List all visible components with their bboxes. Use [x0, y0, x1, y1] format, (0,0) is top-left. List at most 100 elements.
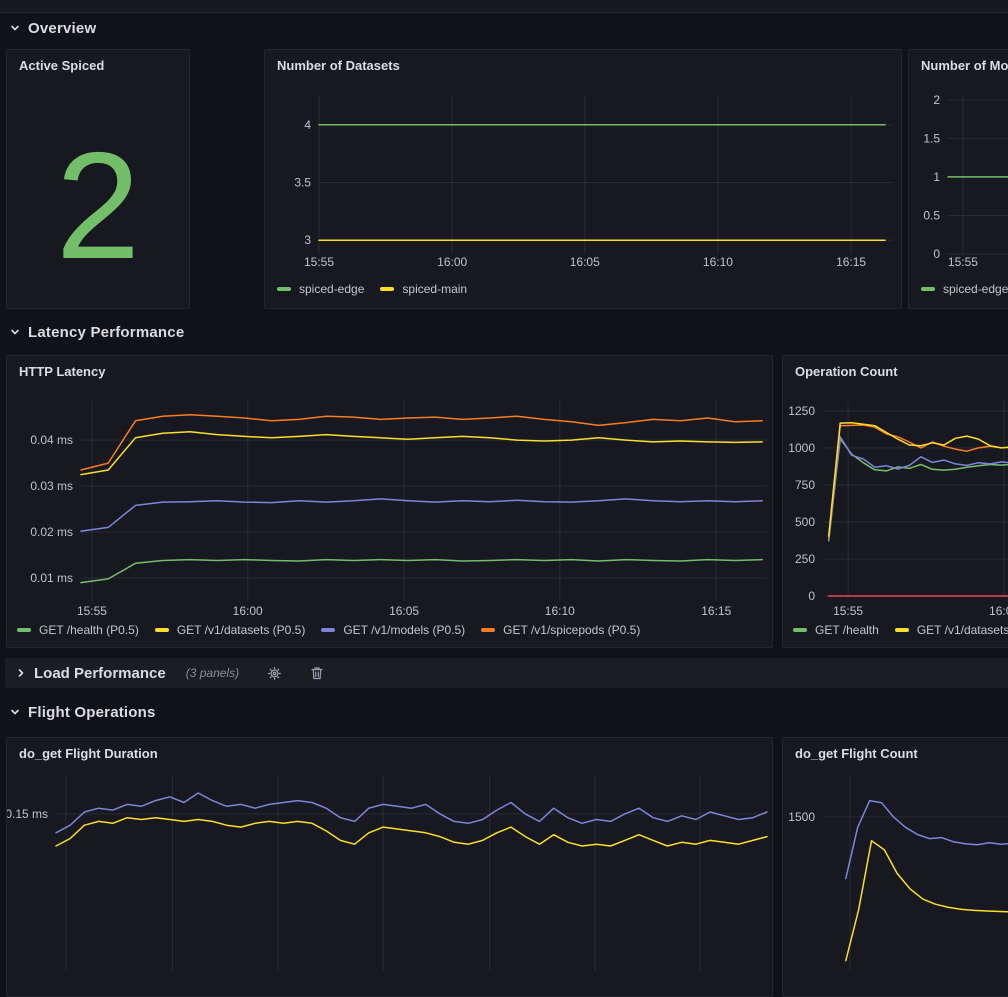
svg-text:1: 1: [933, 170, 940, 184]
legend-series-color: [895, 628, 909, 632]
chart-legend: GET /health (P0.5) GET /v1/datasets (P0.5…: [17, 623, 640, 637]
legend-series-label: GET /v1/datasets (P0.5): [177, 623, 306, 637]
svg-text:16:15: 16:15: [701, 604, 731, 618]
stat-value: 2: [7, 104, 189, 308]
legend-item[interactable]: spiced-edge: [921, 282, 1008, 296]
chart-legend: GET /health GET /v1/datasets: [793, 623, 1008, 637]
svg-text:16:10: 16:10: [545, 604, 575, 618]
legend-item[interactable]: spiced-edge: [277, 282, 364, 296]
panel-title[interactable]: do_get Flight Count: [795, 746, 918, 761]
http-latency-chart[interactable]: 0.01 ms 0.02 ms 0.03 ms 0.04 ms 15:55 16:00 16…: [7, 356, 773, 648]
panels-count-note: (3 panels): [186, 666, 239, 680]
legend-item[interactable]: GET /v1/datasets: [895, 623, 1008, 637]
section-title: Flight Operations: [28, 704, 156, 721]
svg-text:0: 0: [933, 247, 940, 261]
operation-count-chart[interactable]: 0 250 500 750 1000 1250 15:55 16:00: [783, 356, 1008, 648]
legend-series-label: GET /v1/spicepods (P0.5): [503, 623, 640, 637]
chart-legend: spiced-edge: [921, 282, 1008, 296]
svg-text:16:15: 16:15: [836, 255, 866, 269]
section-header-flight-operations[interactable]: Flight Operations: [8, 700, 156, 724]
legend-series-color: [380, 287, 394, 291]
chevron-down-icon: [8, 21, 22, 35]
svg-text:15:55: 15:55: [77, 604, 107, 618]
legend-series-label: GET /health (P0.5): [39, 623, 139, 637]
top-toolbar: [0, 0, 1008, 13]
svg-text:16:10: 16:10: [703, 255, 733, 269]
do-get-flight-count-chart[interactable]: 1500: [783, 738, 1008, 997]
panel-title[interactable]: Number of Datasets: [277, 58, 400, 73]
legend-series-color: [277, 287, 291, 291]
section-header-overview[interactable]: Overview: [8, 16, 96, 40]
chevron-right-icon: [14, 666, 28, 680]
chevron-down-icon: [8, 705, 22, 719]
svg-text:3: 3: [304, 233, 311, 247]
gear-icon[interactable]: [267, 666, 282, 681]
panel-do-get-flight-count: do_get Flight Count 1500: [782, 737, 1008, 997]
section-header-load-performance[interactable]: Load Performance (3 panels): [5, 658, 1008, 688]
legend-item[interactable]: GET /v1/datasets (P0.5): [155, 623, 306, 637]
svg-text:1.5: 1.5: [923, 131, 940, 145]
legend-series-label: spiced-main: [402, 282, 467, 296]
legend-series-label: GET /v1/datasets: [917, 623, 1008, 637]
number-of-models-chart[interactable]: 0 0.5 1 1.5 2 15:55: [909, 50, 1008, 309]
svg-text:16:05: 16:05: [389, 604, 419, 618]
legend-series-label: GET /health: [815, 623, 879, 637]
panel-title[interactable]: Active Spiced: [19, 58, 104, 73]
legend-series-label: GET /v1/models (P0.5): [343, 623, 465, 637]
chevron-down-icon: [8, 325, 22, 339]
svg-text:16:00: 16:00: [989, 604, 1008, 618]
svg-text:0.01 ms: 0.01 ms: [30, 571, 73, 585]
svg-text:0.04 ms: 0.04 ms: [30, 433, 73, 447]
svg-text:0.15 ms: 0.15 ms: [7, 807, 48, 821]
svg-text:1250: 1250: [788, 404, 815, 418]
legend-item[interactable]: spiced-main: [380, 282, 467, 296]
svg-text:16:00: 16:00: [233, 604, 263, 618]
legend-series-label: spiced-edge: [943, 282, 1008, 296]
svg-text:15:55: 15:55: [948, 255, 978, 269]
svg-text:1500: 1500: [788, 810, 815, 824]
svg-text:250: 250: [795, 552, 815, 566]
do-get-flight-duration-chart[interactable]: 0.15 ms: [7, 738, 773, 997]
trash-icon[interactable]: [310, 666, 324, 681]
panel-title[interactable]: HTTP Latency: [19, 364, 105, 379]
section-title: Load Performance: [34, 665, 166, 682]
panel-title[interactable]: Operation Count: [795, 364, 898, 379]
svg-text:1000: 1000: [788, 441, 815, 455]
svg-text:0: 0: [808, 589, 815, 603]
section-header-latency-performance[interactable]: Latency Performance: [8, 320, 184, 344]
svg-text:750: 750: [795, 478, 815, 492]
svg-text:0.5: 0.5: [923, 208, 940, 222]
svg-text:2: 2: [933, 93, 940, 107]
svg-text:16:05: 16:05: [570, 255, 600, 269]
svg-text:0.03 ms: 0.03 ms: [30, 479, 73, 493]
section-title: Latency Performance: [28, 324, 184, 341]
section-title: Overview: [28, 20, 96, 37]
legend-series-color: [793, 628, 807, 632]
svg-text:3.5: 3.5: [294, 175, 311, 189]
legend-item[interactable]: GET /v1/models (P0.5): [321, 623, 465, 637]
svg-text:15:55: 15:55: [304, 255, 334, 269]
panel-active-spiced: Active Spiced 2: [6, 49, 190, 309]
legend-item[interactable]: GET /health: [793, 623, 879, 637]
panel-operation-count: Operation Count 0 250 500 750 1000 1250 15:55 1…: [782, 355, 1008, 648]
legend-item[interactable]: GET /v1/spicepods (P0.5): [481, 623, 640, 637]
panel-title[interactable]: Number of Models: [921, 58, 1008, 73]
panel-http-latency: HTTP Latency 0.01 ms 0.02 ms 0.03 ms 0.04 m…: [6, 355, 773, 648]
number-of-datasets-chart[interactable]: 3 3.5 4 15:55 16:00 16:05 16:10 16:15: [265, 50, 902, 309]
legend-series-color: [321, 628, 335, 632]
legend-series-label: spiced-edge: [299, 282, 364, 296]
panel-number-of-models: Number of Models 0 0.5 1 1.5 2 15:55 spiced-e…: [908, 49, 1008, 309]
legend-series-color: [921, 287, 935, 291]
panel-number-of-datasets: Number of Datasets 3 3.5 4 15:55 16:00 16:05 1…: [264, 49, 902, 309]
svg-text:15:55: 15:55: [833, 604, 863, 618]
legend-series-color: [17, 628, 31, 632]
chart-legend: spiced-edge spiced-main: [277, 282, 467, 296]
svg-text:4: 4: [304, 118, 311, 132]
legend-item[interactable]: GET /health (P0.5): [17, 623, 139, 637]
svg-text:0.02 ms: 0.02 ms: [30, 525, 73, 539]
legend-series-color: [481, 628, 495, 632]
legend-series-color: [155, 628, 169, 632]
svg-text:16:00: 16:00: [437, 255, 467, 269]
svg-text:500: 500: [795, 515, 815, 529]
panel-title[interactable]: do_get Flight Duration: [19, 746, 158, 761]
